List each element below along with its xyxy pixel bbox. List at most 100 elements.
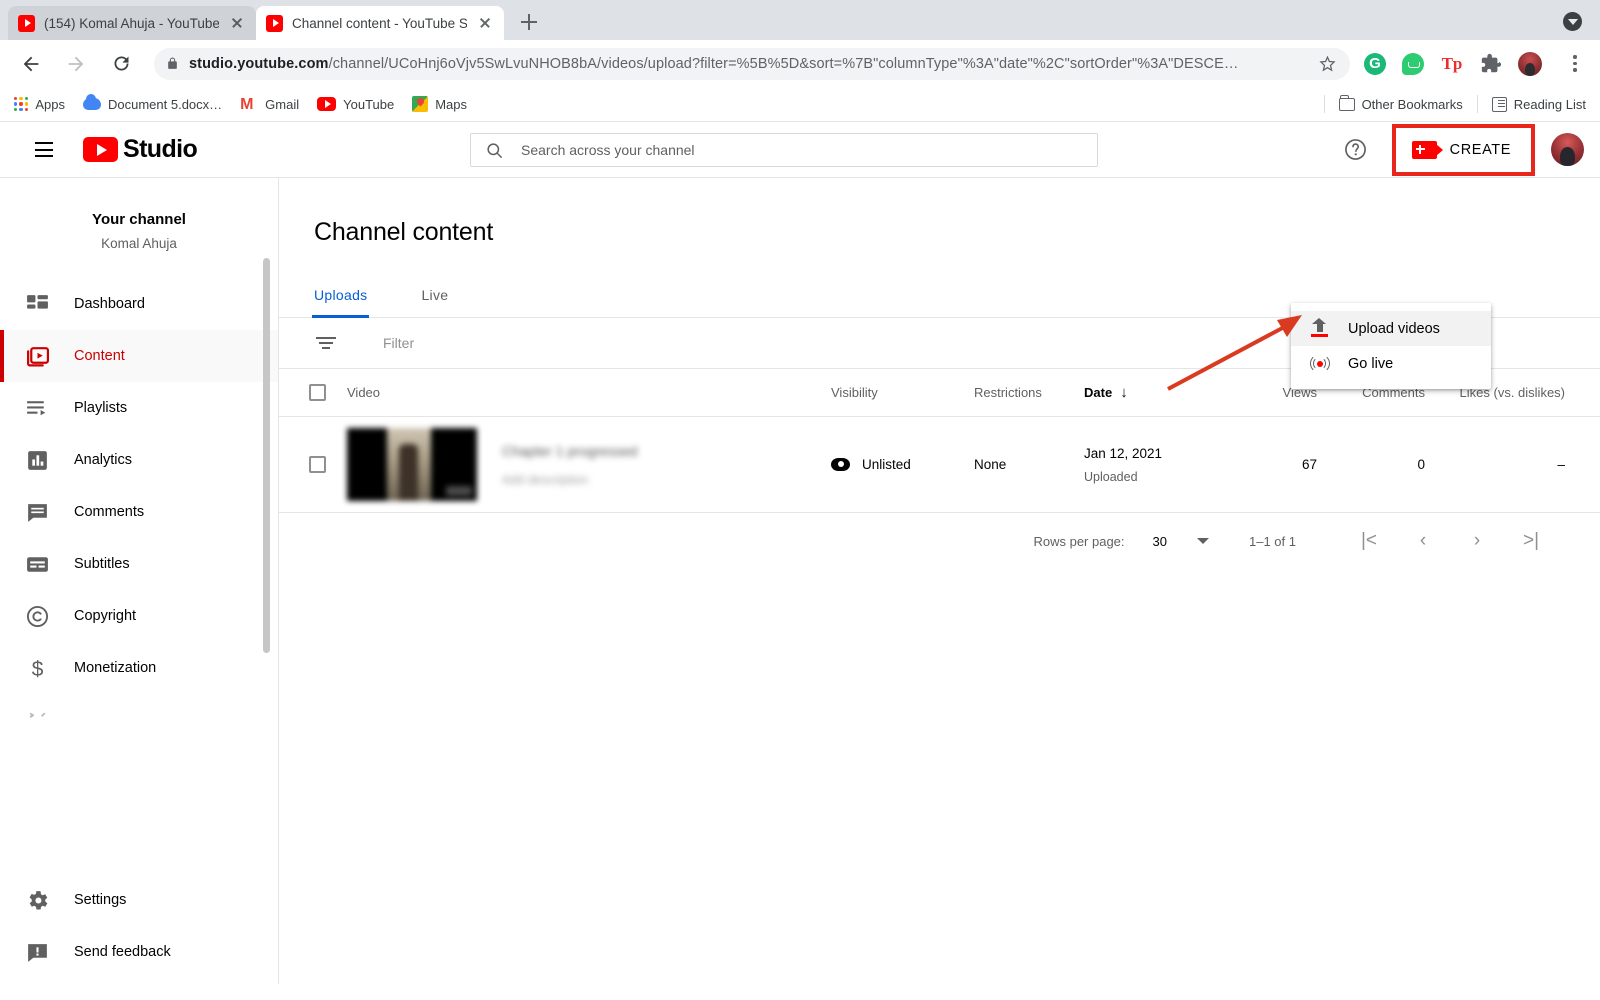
sidebar-item-label: Comments bbox=[74, 504, 145, 520]
other-bookmarks-button[interactable]: Other Bookmarks bbox=[1338, 94, 1463, 112]
sidebar-item-playlists[interactable]: Playlists bbox=[0, 382, 278, 434]
create-camera-icon bbox=[1411, 140, 1443, 159]
sidebar-item-copyright[interactable]: Copyright bbox=[0, 590, 278, 642]
close-icon[interactable] bbox=[476, 14, 494, 32]
sidebar-item-label: Content bbox=[74, 348, 125, 364]
sidebar-item-label: Subtitles bbox=[74, 556, 130, 572]
search-input[interactable]: Search across your channel bbox=[470, 133, 1098, 167]
sidebar-item-subtitles[interactable]: Subtitles bbox=[0, 538, 278, 590]
bookmark-maps[interactable]: Maps bbox=[412, 96, 467, 112]
video-title[interactable]: Chapter 1 progressed bbox=[502, 443, 717, 459]
menu-item-upload-videos[interactable]: Upload videos bbox=[1291, 311, 1491, 346]
channel-name: Komal Ahuja bbox=[101, 236, 177, 251]
video-meta: Chapter 1 progressed Add description bbox=[502, 443, 831, 487]
sidebar-item-label: Playlists bbox=[74, 400, 128, 416]
browser-tab-1-title: (154) Komal Ahuja - YouTube bbox=[44, 15, 219, 31]
sidebar-item-label: Copyright bbox=[74, 608, 137, 624]
maps-icon bbox=[412, 96, 429, 112]
new-tab-button[interactable] bbox=[514, 7, 544, 37]
bookmark-label: Document 5.docx… bbox=[108, 96, 223, 112]
extensions-puzzle-icon[interactable] bbox=[1480, 53, 1502, 75]
sort-desc-icon: ↓ bbox=[1120, 384, 1128, 401]
column-header-restrictions[interactable]: Restrictions bbox=[974, 385, 1084, 400]
account-avatar[interactable] bbox=[1551, 133, 1584, 166]
filter-input[interactable]: Filter bbox=[383, 335, 414, 351]
sidebar-item-label: Send feedback bbox=[74, 944, 171, 960]
prev-page-button[interactable]: ‹ bbox=[1396, 530, 1450, 552]
download-icon[interactable] bbox=[1563, 12, 1582, 31]
sidebar-item-analytics[interactable]: Analytics bbox=[0, 434, 278, 486]
address-bar[interactable]: studio.youtube.com/channel/UCoHnj6oVjv5S… bbox=[154, 47, 1350, 80]
bookmark-apps[interactable]: Apps bbox=[14, 97, 65, 112]
back-button[interactable] bbox=[14, 47, 48, 81]
video-cell: Chapter 1 progressed Add description bbox=[347, 428, 831, 501]
filter-icon[interactable] bbox=[316, 331, 340, 355]
bookmarks-bar: Apps Document 5.docx… Gmail YouTube Maps… bbox=[0, 87, 1600, 122]
reload-button[interactable] bbox=[104, 47, 138, 81]
first-page-button[interactable]: |< bbox=[1342, 530, 1396, 552]
chevron-down-icon[interactable] bbox=[1197, 538, 1209, 544]
row-checkbox[interactable] bbox=[308, 456, 326, 473]
dashboard-icon bbox=[25, 292, 50, 317]
column-header-date[interactable]: Date ↓ bbox=[1084, 384, 1239, 401]
column-header-visibility[interactable]: Visibility bbox=[831, 385, 974, 400]
reading-list-button[interactable]: Reading List bbox=[1491, 96, 1586, 112]
grammarly-extension-icon[interactable] bbox=[1364, 52, 1386, 75]
video-description[interactable]: Add description bbox=[502, 473, 652, 487]
sidebar-item-settings[interactable]: Settings bbox=[0, 874, 277, 926]
browser-tab-1[interactable]: (154) Komal Ahuja - YouTube bbox=[8, 6, 256, 40]
tab-uploads[interactable]: Uploads bbox=[311, 287, 381, 318]
sidebar-scrollbar[interactable] bbox=[263, 258, 270, 653]
menu-hamburger-icon[interactable] bbox=[22, 128, 66, 172]
close-icon[interactable] bbox=[228, 14, 246, 32]
create-button[interactable]: CREATE bbox=[1398, 130, 1528, 169]
sidebar-item-content[interactable]: Content bbox=[0, 330, 278, 382]
sidebar-item-comments[interactable]: Comments bbox=[0, 486, 278, 538]
feedback-icon bbox=[25, 940, 50, 965]
bookmark-gmail[interactable]: Gmail bbox=[240, 97, 299, 112]
select-all-checkbox[interactable] bbox=[308, 384, 326, 401]
channel-heading: Your channel bbox=[92, 211, 186, 228]
apps-grid-icon bbox=[14, 96, 29, 112]
video-thumbnail[interactable] bbox=[347, 428, 477, 501]
next-page-button[interactable]: › bbox=[1450, 530, 1504, 552]
table-row[interactable]: Chapter 1 progressed Add description Unl… bbox=[279, 417, 1600, 513]
sidebar-item-label: Settings bbox=[74, 892, 127, 908]
chat-extension-icon[interactable] bbox=[1402, 52, 1424, 75]
tab-live[interactable]: Live bbox=[421, 287, 462, 317]
rows-per-page-label: Rows per page: bbox=[1033, 533, 1125, 549]
header-actions: CREATE bbox=[1336, 123, 1584, 176]
eye-icon bbox=[831, 458, 850, 471]
browser-toolbar: studio.youtube.com/channel/UCoHnj6oVjv5S… bbox=[0, 40, 1600, 87]
browser-menu-icon[interactable] bbox=[1564, 53, 1586, 75]
profile-avatar[interactable] bbox=[1518, 51, 1542, 76]
menu-item-go-live[interactable]: Go live bbox=[1291, 346, 1491, 381]
column-header-date-label: Date bbox=[1084, 385, 1113, 400]
bookmark-label: Gmail bbox=[265, 96, 300, 112]
sidebar-item-send-feedback[interactable]: Send feedback bbox=[0, 926, 277, 978]
youtube-favicon bbox=[18, 14, 35, 32]
gmail-icon bbox=[240, 97, 258, 111]
views-value: 67 bbox=[1301, 457, 1317, 472]
create-button-highlight: CREATE bbox=[1391, 123, 1535, 176]
lock-icon bbox=[168, 57, 177, 69]
svg-text:$: $ bbox=[32, 657, 44, 680]
help-icon[interactable] bbox=[1336, 130, 1376, 170]
teleprompter-extension-icon[interactable]: Tp bbox=[1440, 54, 1464, 74]
forward-button[interactable] bbox=[59, 47, 93, 81]
extension-icons: Tp bbox=[1364, 51, 1586, 76]
column-header-video[interactable]: Video bbox=[347, 385, 831, 400]
sidebar-item-dashboard[interactable]: Dashboard bbox=[0, 278, 278, 330]
youtube-icon bbox=[317, 97, 337, 111]
bookmark-label: Maps bbox=[435, 96, 468, 112]
pagination-range: 1–1 of 1 bbox=[1249, 533, 1296, 549]
bookmark-star-icon[interactable] bbox=[1318, 54, 1338, 74]
bookmark-document[interactable]: Document 5.docx… bbox=[83, 94, 223, 112]
bookmark-youtube[interactable]: YouTube bbox=[317, 97, 394, 112]
rows-per-page-value[interactable]: 30 bbox=[1153, 534, 1167, 549]
browser-tab-2[interactable]: Channel content - YouTube Stu bbox=[256, 6, 504, 40]
search-placeholder: Search across your channel bbox=[521, 142, 695, 158]
date-status: Uploaded bbox=[1084, 469, 1138, 484]
last-page-button[interactable]: >| bbox=[1504, 530, 1558, 552]
studio-logo[interactable]: Studio bbox=[83, 135, 198, 164]
